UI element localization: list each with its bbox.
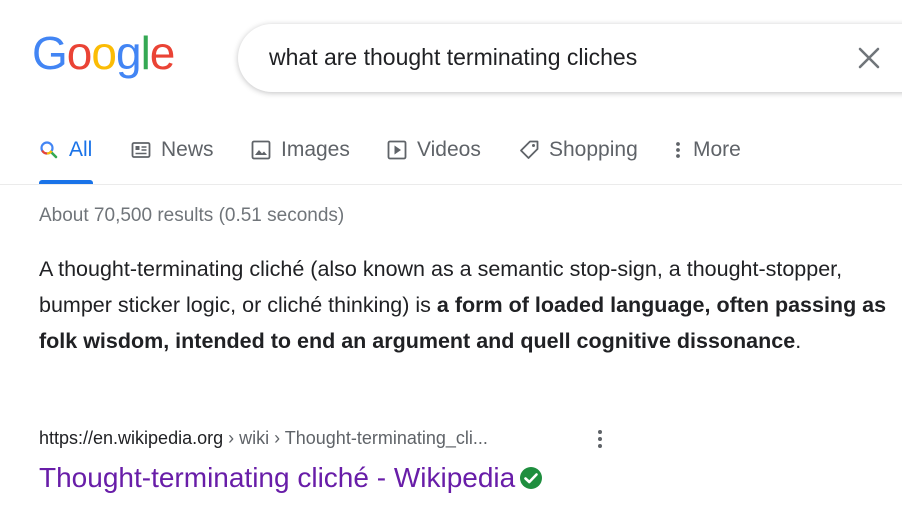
tab-label: Videos — [417, 138, 481, 161]
close-icon — [858, 47, 880, 69]
result-title-link[interactable]: Thought-terminating cliché - Wikipedia — [39, 462, 543, 494]
logo-letter: o — [91, 27, 117, 79]
result-title: Thought-terminating cliché - Wikipedia — [39, 462, 516, 493]
active-tab-indicator — [39, 180, 93, 184]
search-input[interactable]: what are thought terminating cliches — [269, 44, 637, 71]
verified-check-icon — [520, 466, 543, 489]
result-url[interactable]: https://en.wikipedia.org › wiki › Though… — [39, 428, 488, 449]
tab-shopping[interactable]: Shopping — [519, 138, 638, 184]
tab-label: More — [693, 138, 741, 161]
search-results-page: Google what are thought terminating clic… — [0, 0, 902, 514]
logo-letter: l — [140, 27, 151, 79]
google-logo[interactable]: Google — [32, 27, 176, 79]
clear-search-button[interactable] — [854, 43, 884, 73]
result-domain: https://en.wikipedia.org — [39, 428, 224, 448]
logo-letter: g — [115, 27, 142, 79]
three-dots-icon — [598, 430, 602, 448]
featured-snippet: A thought-terminating cliché (also known… — [39, 251, 894, 359]
search-icon — [40, 141, 58, 159]
search-tabs: All News Images Videos Shopping More — [0, 128, 902, 185]
tab-news[interactable]: News — [131, 138, 214, 184]
logo-letter: o — [66, 27, 93, 79]
result-menu-button[interactable] — [592, 428, 608, 450]
result-breadcrumb: › wiki › Thought-terminating_cli... — [223, 428, 488, 448]
tab-videos[interactable]: Videos — [387, 138, 481, 184]
tab-images[interactable]: Images — [251, 138, 350, 184]
more-vert-icon — [676, 142, 680, 158]
tab-label: All — [69, 138, 93, 161]
result-stats: About 70,500 results (0.51 seconds) — [39, 205, 345, 226]
snippet-end: . — [795, 329, 802, 353]
tab-all[interactable]: All — [39, 138, 92, 184]
tab-label: News — [161, 138, 214, 161]
tab-label: Shopping — [549, 138, 638, 161]
logo-letter: G — [32, 27, 68, 79]
tag-icon — [520, 140, 539, 159]
search-box[interactable]: what are thought terminating cliches — [238, 24, 902, 92]
play-icon — [387, 140, 407, 160]
logo-letter: e — [149, 27, 176, 79]
tab-more[interactable]: More — [673, 138, 741, 184]
image-icon — [251, 140, 271, 160]
tab-label: Images — [281, 138, 350, 161]
news-icon — [131, 142, 151, 158]
